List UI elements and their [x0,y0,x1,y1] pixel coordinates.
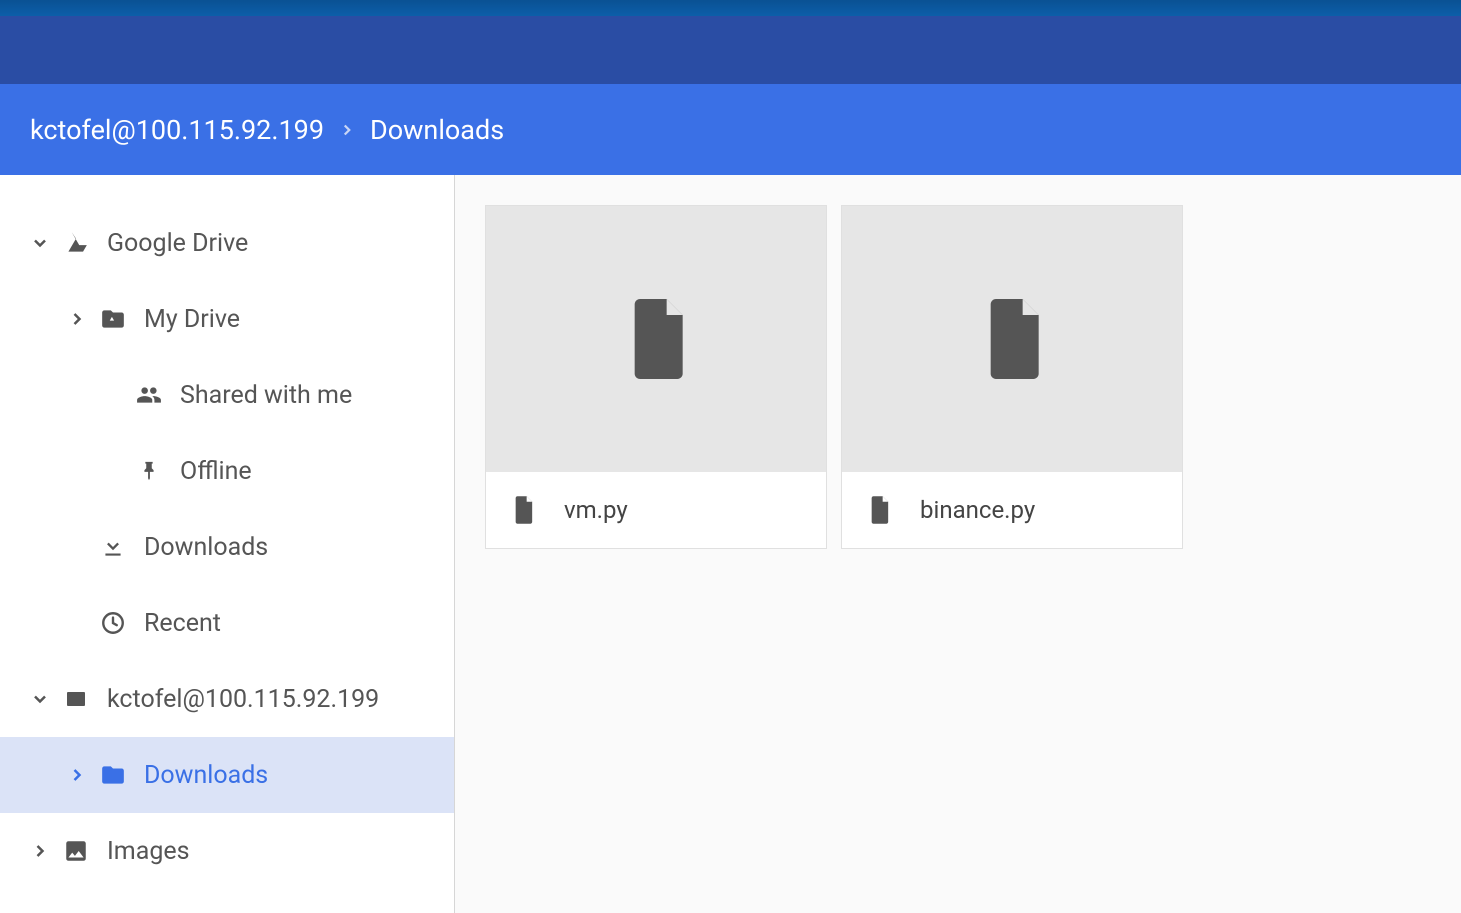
breadcrumb: kctofel@100.115.92.199 Downloads [0,84,1461,175]
drive-folder-icon [98,304,128,334]
chevron-down-icon[interactable] [25,689,55,709]
chevron-right-icon [338,121,356,139]
file-thumbnail [842,206,1182,472]
sidebar-item-label: My Drive [144,305,454,334]
people-icon [134,380,164,410]
download-icon [98,532,128,562]
file-name: binance.py [920,496,1035,524]
sidebar-item-google-drive[interactable]: Google Drive [0,205,454,281]
sidebar-item-label: Google Drive [107,229,454,258]
sidebar-item-offline[interactable]: Offline [0,433,454,509]
sidebar-item-remote-host[interactable]: kctofel@100.115.92.199 [0,661,454,737]
file-footer: binance.py [842,472,1182,548]
sidebar-item-recent[interactable]: Recent [0,585,454,661]
main-area: Google Drive My Drive Shared with me Off… [0,175,1461,913]
sidebar-item-label: Images [107,837,454,866]
sidebar-item-label: Downloads [144,761,454,790]
sidebar-item-label: Offline [180,457,454,486]
breadcrumb-root[interactable]: kctofel@100.115.92.199 [30,114,324,146]
sidebar: Google Drive My Drive Shared with me Off… [0,175,455,913]
window-top-strip [0,0,1461,16]
sidebar-item-images[interactable]: Images [0,813,454,889]
file-icon [868,496,890,524]
clock-icon [98,608,128,638]
sidebar-item-label: Shared with me [180,381,454,410]
sidebar-item-remote-downloads[interactable]: Downloads [0,737,454,813]
drive-icon [61,228,91,258]
chevron-right-icon[interactable] [25,841,55,861]
file-grid: vm.py binance.py [455,175,1461,913]
sidebar-item-label: Downloads [144,533,454,562]
image-icon [61,836,91,866]
file-thumbnail [486,206,826,472]
sidebar-item-downloads[interactable]: Downloads [0,509,454,585]
folder-icon [98,760,128,790]
pin-icon [134,456,164,486]
file-item[interactable]: vm.py [485,205,827,549]
file-name: vm.py [564,496,628,524]
sidebar-item-shared[interactable]: Shared with me [0,357,454,433]
file-footer: vm.py [486,472,826,548]
sidebar-item-label: kctofel@100.115.92.199 [107,685,454,714]
sidebar-item-my-drive[interactable]: My Drive [0,281,454,357]
chevron-down-icon[interactable] [25,233,55,253]
terminal-icon [61,684,91,714]
window-title-bar [0,16,1461,84]
sidebar-item-label: Recent [144,609,454,638]
chevron-right-icon[interactable] [62,765,92,785]
breadcrumb-current[interactable]: Downloads [370,114,504,146]
file-item[interactable]: binance.py [841,205,1183,549]
chevron-right-icon[interactable] [62,309,92,329]
file-icon [512,496,534,524]
